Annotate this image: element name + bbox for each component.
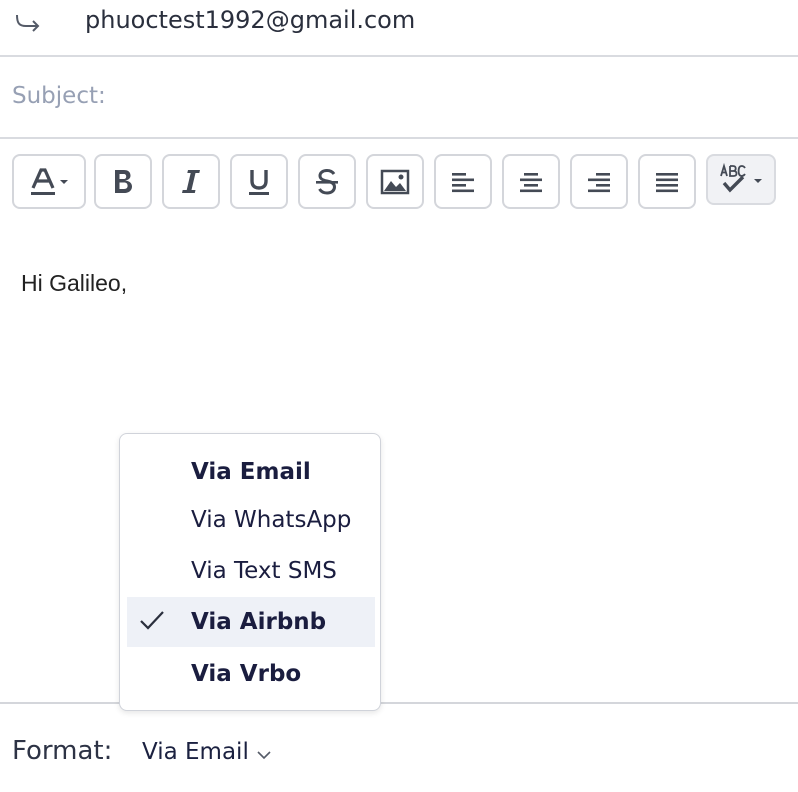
format-option-label: Via Text SMS	[191, 558, 337, 584]
subject-row	[0, 57, 798, 139]
recipient-row: phuoctest1992@gmail.com	[0, 0, 798, 57]
subject-input[interactable]	[12, 79, 772, 113]
align-right-icon	[588, 172, 610, 192]
format-selected-value: Via Email	[142, 739, 249, 765]
strikethrough-icon	[316, 168, 338, 195]
image-icon	[380, 169, 410, 194]
spellcheck-button[interactable]	[706, 154, 776, 205]
message-body[interactable]: Hi Galileo,	[21, 270, 127, 297]
italic-button[interactable]	[162, 154, 220, 209]
format-option-vrbo[interactable]: Via Vrbo	[127, 649, 375, 699]
text-color-icon	[31, 167, 68, 195]
format-option-email[interactable]: Via Email	[127, 447, 375, 497]
bold-button[interactable]	[94, 154, 152, 209]
format-option-label: Via Airbnb	[191, 609, 327, 635]
bold-icon	[115, 169, 132, 193]
checkmark-icon	[140, 611, 164, 630]
insert-image-button[interactable]	[366, 154, 424, 209]
format-dropdown-menu: Via Email Via WhatsApp Via Text SMS Via …	[119, 433, 381, 711]
format-option-label: Via WhatsApp	[191, 507, 352, 533]
italic-icon	[182, 169, 200, 193]
format-option-text-sms[interactable]: Via Text SMS	[127, 546, 375, 596]
align-center-button[interactable]	[502, 154, 560, 209]
align-left-icon	[452, 172, 474, 192]
chevron-down-icon	[257, 751, 271, 760]
format-option-label: Via Vrbo	[191, 661, 302, 687]
underline-icon	[249, 169, 269, 195]
align-left-button[interactable]	[434, 154, 492, 209]
align-center-icon	[520, 172, 542, 192]
format-label: Format:	[12, 736, 113, 766]
reply-arrow-icon	[16, 14, 40, 32]
justify-button[interactable]	[638, 154, 696, 209]
format-option-airbnb[interactable]: Via Airbnb	[127, 597, 375, 647]
format-option-label: Via Email	[191, 459, 311, 485]
recipient-email[interactable]: phuoctest1992@gmail.com	[85, 6, 415, 34]
align-right-button[interactable]	[570, 154, 628, 209]
align-justify-icon	[656, 172, 678, 192]
spellcheck-icon	[720, 162, 762, 193]
format-option-whatsapp[interactable]: Via WhatsApp	[127, 495, 375, 545]
formatting-toolbar	[0, 154, 798, 210]
underline-button[interactable]	[230, 154, 288, 209]
text-color-button[interactable]	[12, 154, 86, 209]
strikethrough-button[interactable]	[298, 154, 356, 209]
format-select[interactable]: Via Email	[142, 736, 273, 768]
